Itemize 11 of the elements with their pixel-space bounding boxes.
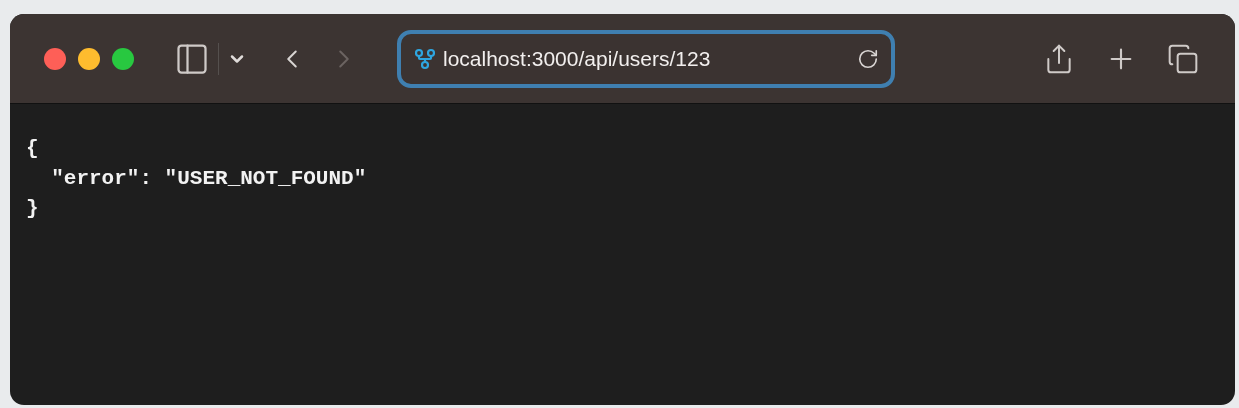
maximize-window-icon[interactable] (112, 47, 134, 70)
close-window-icon[interactable] (44, 47, 66, 70)
json-line: } (26, 196, 39, 222)
url-text: localhost:3000/api/users/123 (443, 45, 711, 72)
minimize-window-icon[interactable] (78, 47, 100, 70)
fork-icon (413, 46, 437, 71)
reload-icon[interactable] (857, 47, 879, 70)
tab-overview-icon[interactable] (1167, 42, 1199, 75)
json-line: "error": "USER_NOT_FOUND" (50, 166, 367, 192)
json-line: { (26, 136, 39, 162)
address-bar[interactable]: localhost:3000/api/users/123 (397, 29, 895, 88)
